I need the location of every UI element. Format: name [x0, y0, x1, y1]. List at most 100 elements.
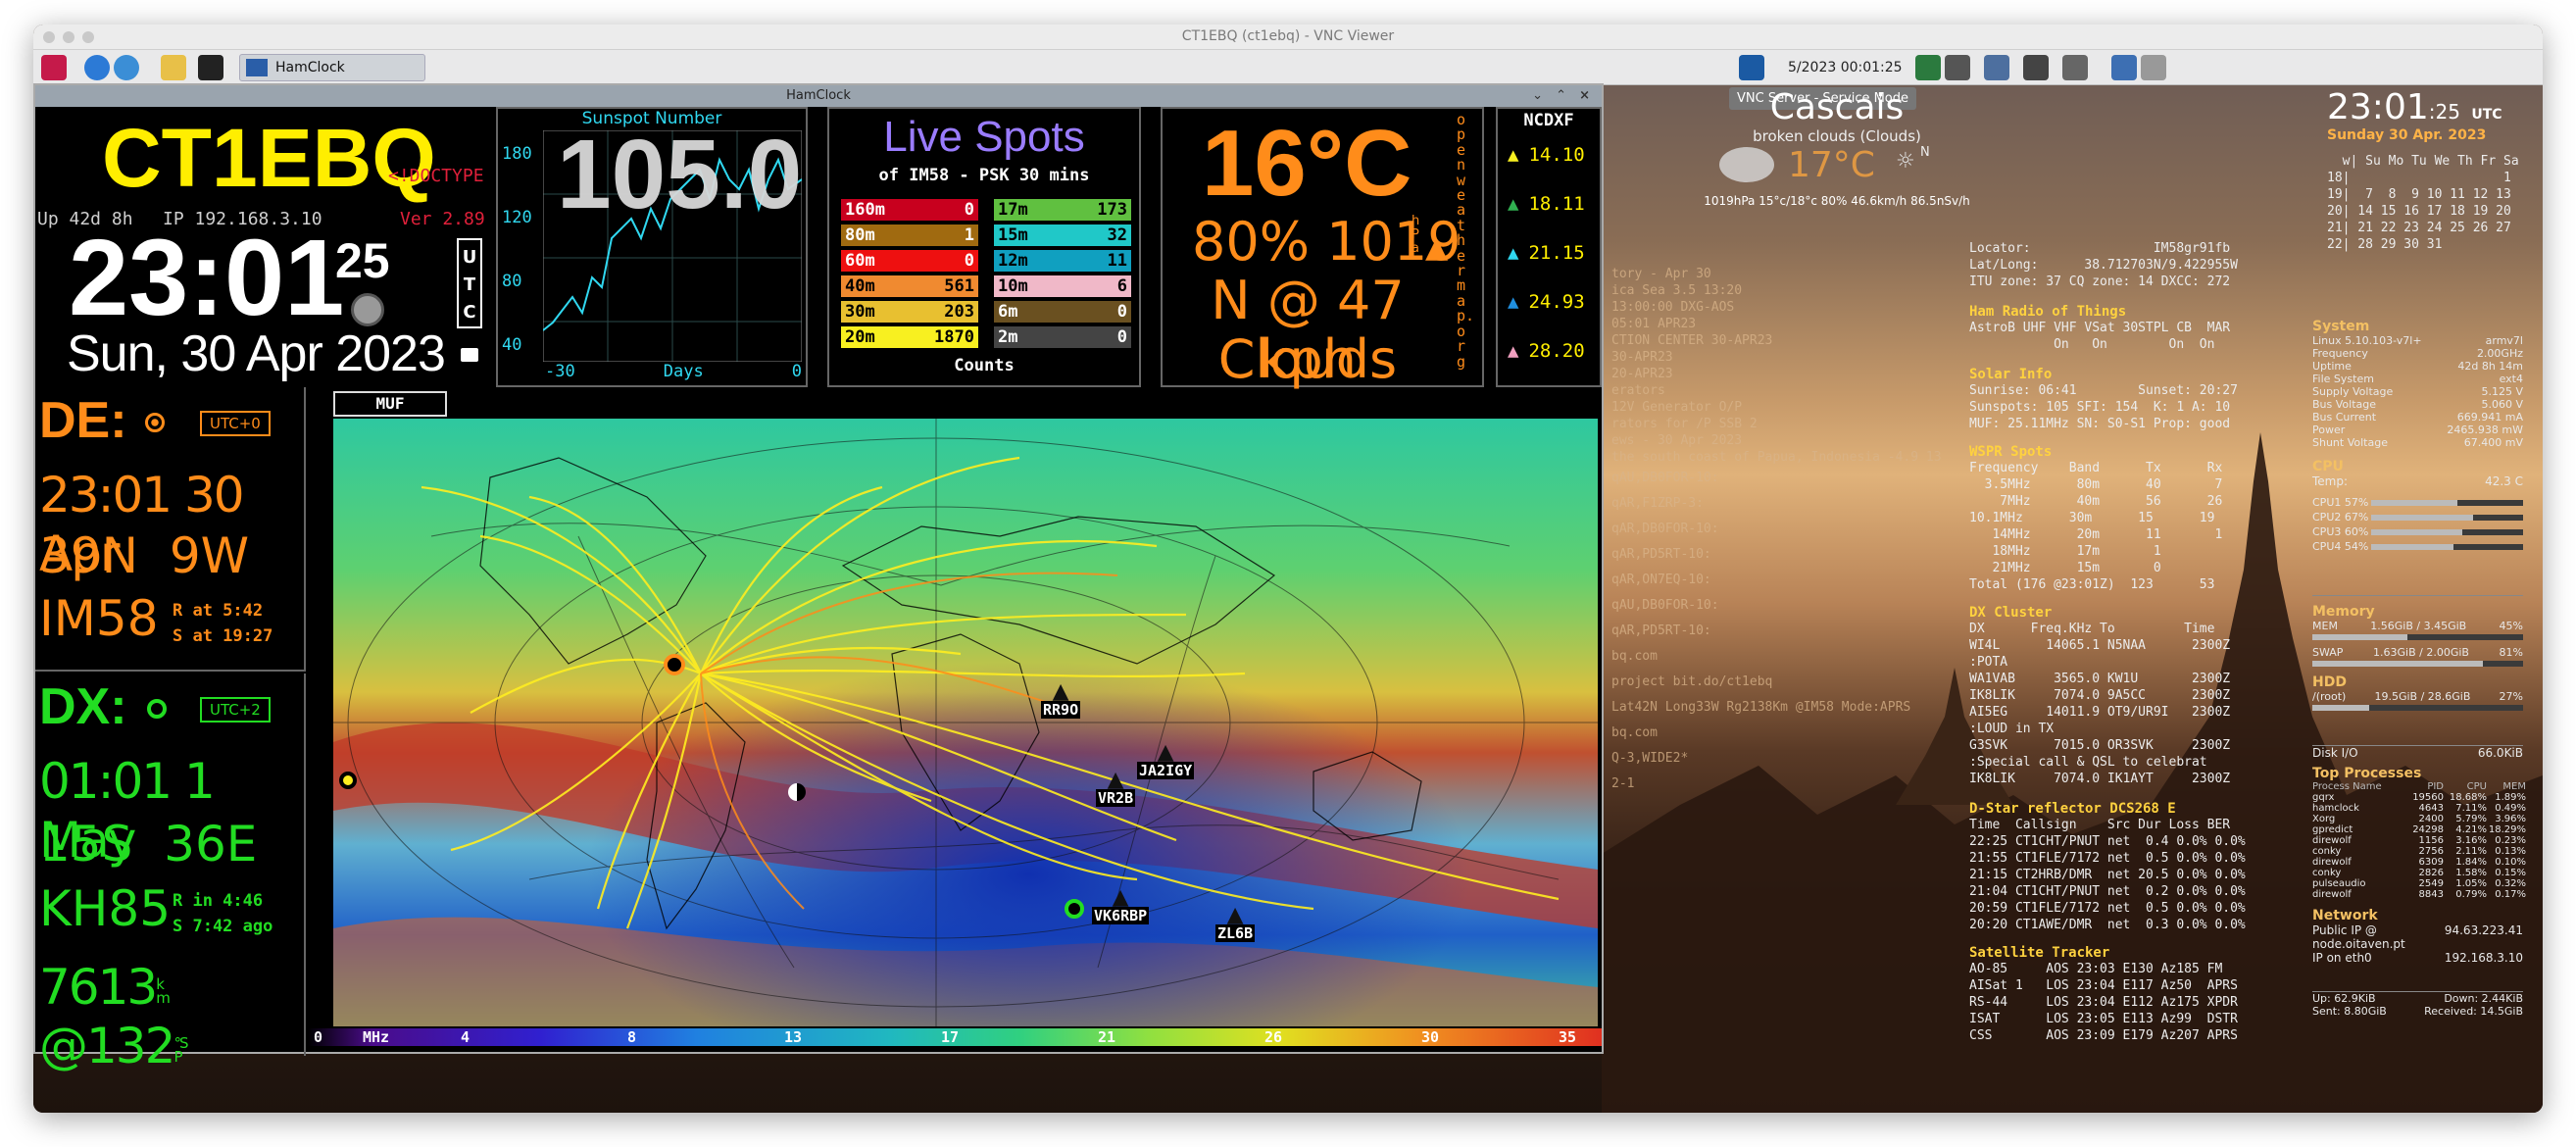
band-row[interactable]: 17m 173 [994, 199, 1131, 221]
memory-bar-fill [2312, 634, 2407, 640]
band-row[interactable]: 20m 1870 [841, 326, 978, 348]
ncdxf-row[interactable]: ▲ 24.93 [1508, 291, 1585, 313]
dx-map-marker[interactable] [1065, 899, 1084, 919]
terminal-icon[interactable] [198, 55, 223, 80]
close-icon[interactable]: × [1579, 85, 1590, 107]
beacon-label[interactable]: ▲ JA2IGY [1137, 742, 1195, 779]
band-row[interactable]: 30m 203 [841, 301, 978, 323]
map-pane[interactable]: MUF ▲ RR9O ▲ JA2IGY ▲ VR2B ▲ VK6RBP ▲ ZL… [308, 391, 1602, 1054]
background-log-line: qAU,DB0FOR-10: [1611, 598, 1719, 613]
latlong-text: Lat/Long: 38.712703N/9.422955W [1969, 258, 2238, 273]
main-clock-date[interactable]: Sun, 30 Apr 2023 [67, 324, 446, 383]
vnc-title-bar[interactable]: CT1EBQ (ct1ebq) - VNC Viewer [33, 25, 2543, 50]
tray-windows-icon[interactable] [1984, 55, 2009, 80]
system-value: ext4 [2499, 373, 2523, 385]
muf-scale-tick: 30 [1421, 1028, 1440, 1046]
clock-widget: 23:01:25 UTC Sunday 30 Apr. 2023 w| Su M… [2327, 87, 2533, 253]
band-row[interactable]: 2m 0 [994, 326, 1131, 348]
band-row[interactable]: 60m 0 [841, 250, 978, 272]
system-label: Shunt Voltage [2312, 436, 2388, 449]
eth0-ip-label: IP on eth0 [2312, 951, 2372, 965]
beacon-label[interactable]: ▲ ZL6B [1215, 905, 1256, 942]
dx-utc-offset[interactable]: UTC+2 [200, 697, 271, 723]
beacon-triangle-icon: ▲ [1508, 340, 1519, 362]
tray-workspace-icon[interactable] [2111, 55, 2137, 80]
process-cpu: 3.16% [2455, 835, 2487, 846]
de-utc-offset[interactable]: UTC+0 [200, 411, 271, 436]
browser-icon[interactable] [84, 55, 110, 80]
maximize-icon[interactable]: ⌃ [1556, 85, 1566, 107]
process-mem: 0.10% [2495, 857, 2526, 868]
locator-text: Locator: IM58gr91fb [1969, 241, 2231, 256]
clock-time: 23:01 [2327, 87, 2429, 127]
vnc-tray-icon[interactable] [1739, 55, 1764, 80]
raspberry-menu-icon[interactable] [41, 55, 67, 80]
dx-pane[interactable]: DX: UTC+2 01:01 1 May 15S 36E KH85 R in … [35, 673, 306, 1074]
process-name: conky [2312, 868, 2342, 878]
sync-icon[interactable] [114, 55, 139, 80]
hamclock-task-label: HamClock [275, 60, 345, 75]
ncdxf-row[interactable]: ▲ 28.20 [1508, 340, 1585, 362]
wspr-row: 18MHz 17m 1 [1969, 544, 2161, 559]
muf-map[interactable] [333, 419, 1598, 1026]
utc-toggle[interactable]: UTC [457, 238, 482, 328]
tray-display-icon[interactable] [2062, 55, 2088, 80]
system-label: File System [2312, 373, 2374, 385]
sunspot-ytick: 180 [502, 144, 532, 164]
main-clock-time[interactable]: 23:01 [69, 224, 344, 332]
sunspot-pane[interactable]: Sunspot Number 105.0 180 120 80 40 -30 D… [496, 107, 808, 387]
satellite-heading: Satellite Tracker [1969, 945, 2110, 961]
de-map-marker[interactable] [664, 654, 685, 675]
ncdxf-row[interactable]: ▲ 18.11 [1508, 193, 1585, 215]
system-label: Bus Current [2312, 411, 2377, 424]
tray-app-icon[interactable] [1915, 55, 1941, 80]
band-row[interactable]: 6m 0 [994, 301, 1131, 323]
band-row[interactable]: 160m 0 [841, 199, 978, 221]
tray-window-icon[interactable] [1945, 55, 1970, 80]
folder-icon[interactable] [161, 55, 186, 80]
clock-date: Sunday 30 Apr. 2023 [2327, 127, 2487, 143]
lock-icon[interactable] [461, 348, 478, 362]
band-row[interactable]: 40m 561 [841, 275, 978, 297]
de-pane[interactable]: DE: UTC+0 23:01 30 Apr 39N 9W IM58 R at … [35, 387, 306, 672]
muf-scale-tick: MHz [363, 1028, 390, 1046]
dx-bearing-unit: °SP [173, 1033, 188, 1066]
ncdxf-row[interactable]: ▲ 21.15 [1508, 242, 1585, 264]
dx-cluster-row: WA1VAB 3565.0 KW1U 2300Z [1969, 672, 2231, 686]
process-pid: 2756 [2418, 846, 2444, 857]
hamclock-task-button[interactable]: HamClock [239, 54, 425, 81]
ncdxf-pane[interactable]: NCDXF ▲ 14.10 ▲ 18.11 ▲ 21.15 ▲ 24.93 ▲ 28.20 [1496, 107, 1602, 387]
cpu-bar-fill [2371, 514, 2473, 521]
cpu-temp-label: Temp: [2312, 474, 2349, 488]
ncdxf-title: NCDXF [1523, 111, 1574, 130]
background-log-line: qAR,PD5RT-10: [1611, 547, 1711, 562]
dx-cluster-row: :Special call & QSL to celebrat [1969, 755, 2207, 770]
hamclock-app-icon [246, 59, 268, 76]
doctype-message: <!DOCTYPE h [388, 166, 506, 186]
background-log-line: project bit.do/ct1ebq [1611, 674, 1773, 689]
band-row[interactable]: 12m 11 [994, 250, 1131, 272]
ncdxf-row[interactable]: ▲ 14.10 [1508, 144, 1585, 166]
system-row: Power 2465.938 mW [2312, 424, 2523, 436]
band-row[interactable]: 10m 6 [994, 275, 1131, 297]
weather-pane[interactable]: 16°C 80% 1019 hPa ▲ N @ 47 kph Clouds op… [1161, 107, 1484, 389]
band-row[interactable]: 15m 32 [994, 224, 1131, 246]
minimize-icon[interactable]: ⌄ [1532, 85, 1543, 107]
tray-monitor-icon[interactable] [2023, 55, 2049, 80]
tray-workspaces-icon[interactable] [2141, 55, 2166, 80]
wind-compass-icon: ☼ [1896, 149, 1915, 174]
stopwatch-icon[interactable] [351, 293, 384, 326]
version[interactable]: Ver 2.89 [400, 209, 485, 229]
live-spots-pane[interactable]: Live Spots of IM58 - PSK 30 mins 160m 0 80… [827, 107, 1141, 387]
beacon-label[interactable]: ▲ VK6RBP [1092, 887, 1150, 924]
beacon-label[interactable]: ▲ VR2B [1096, 770, 1136, 807]
hamclock-title-bar[interactable]: HamClock ⌄ ⌃ × [35, 85, 1602, 107]
callsign[interactable]: CT1EBQ [102, 107, 436, 209]
memory-usage: 1.63GiB / 2.00GiB [2373, 646, 2469, 659]
beacon-label[interactable]: ▲ RR9O [1041, 681, 1081, 719]
map-mode-button[interactable]: MUF [333, 391, 447, 417]
band-row[interactable]: 80m 1 [841, 224, 978, 246]
live-spots-subtitle: of IM58 - PSK 30 mins [878, 166, 1090, 185]
panel-clock[interactable]: 5/2023 00:01:25 [1788, 60, 1903, 75]
band-count: 1 [964, 225, 974, 245]
